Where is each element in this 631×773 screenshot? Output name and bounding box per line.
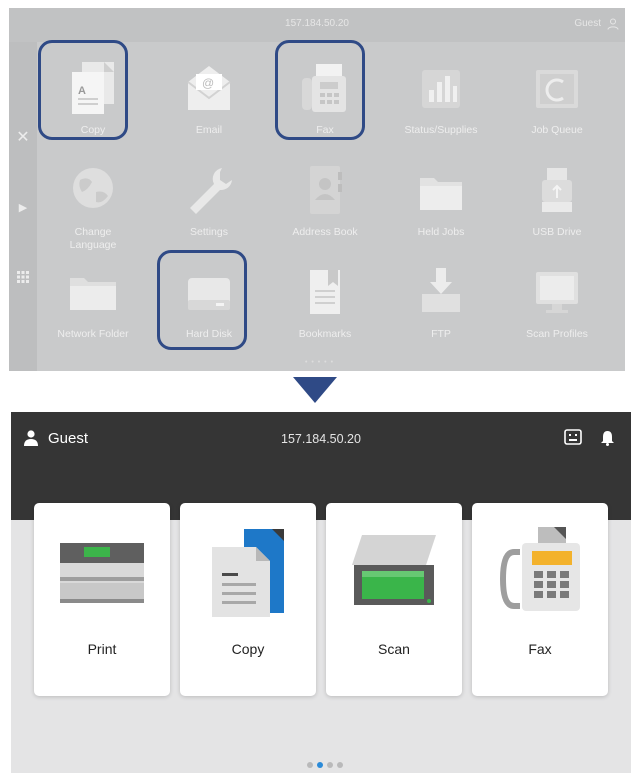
old-status-bar: 157.184.50.20 Guest xyxy=(9,8,625,42)
close-icon[interactable]: ✕ xyxy=(15,130,31,146)
bell-icon[interactable] xyxy=(600,430,615,446)
keyboard-icon[interactable] xyxy=(564,429,582,445)
card-label: Print xyxy=(87,641,117,657)
tile-settings[interactable]: Settings xyxy=(150,148,268,248)
down-arrow-icon xyxy=(293,377,337,403)
tile-label: Network Folder xyxy=(57,328,129,340)
old-user-name[interactable]: Guest xyxy=(574,18,601,29)
tile-label: USB Drive xyxy=(532,226,582,238)
highlight-fax xyxy=(275,40,365,140)
card-label: Copy xyxy=(231,641,265,657)
old-page-indicator: • • • • • xyxy=(305,359,335,366)
tile-job-queue[interactable]: Job Queue xyxy=(498,46,616,146)
tile-held-jobs[interactable]: Held Jobs xyxy=(382,148,500,248)
address-book-icon xyxy=(310,166,342,214)
page-dot-active[interactable] xyxy=(317,762,323,768)
tile-label: Status/Supplies xyxy=(404,124,478,136)
job-queue-icon xyxy=(536,70,578,108)
ip-address: 157.184.50.20 xyxy=(281,432,361,446)
tile-label: FTP xyxy=(431,328,451,340)
new-home-screen: Guest 157.184.50.20 Print Copy Scan Fax xyxy=(11,412,631,773)
wrench-icon xyxy=(190,168,232,214)
tile-label: Scan Profiles xyxy=(526,328,588,340)
tile-status-supplies[interactable]: Status/Supplies xyxy=(382,46,500,146)
tile-label: Bookmarks xyxy=(298,328,352,340)
page-dot[interactable] xyxy=(337,762,343,768)
tile-network-folder[interactable]: Network Folder xyxy=(34,250,152,350)
page-dot[interactable] xyxy=(327,762,333,768)
fax-card[interactable]: Fax xyxy=(472,503,608,696)
page-indicator xyxy=(307,755,347,773)
play-arrow-icon[interactable]: ▶ xyxy=(15,200,31,216)
folder-icon xyxy=(420,178,462,210)
old-ip-address: 157.184.50.20 xyxy=(285,18,349,29)
copy-pages-icon xyxy=(212,529,284,617)
highlight-copy xyxy=(38,40,128,140)
tile-label: Change Language xyxy=(69,226,117,251)
highlight-hard-disk xyxy=(157,250,247,350)
tile-usb-drive[interactable]: USB Drive xyxy=(498,148,616,248)
monitor-icon xyxy=(536,272,578,313)
globe-icon xyxy=(73,168,113,208)
network-folder-icon xyxy=(70,278,116,310)
tile-bookmarks[interactable]: Bookmarks xyxy=(266,250,384,350)
usb-drive-icon xyxy=(542,168,572,212)
tile-label: Held Jobs xyxy=(417,226,465,238)
tile-address-book[interactable]: Address Book xyxy=(266,148,384,248)
email-envelope-icon: @ xyxy=(187,66,231,110)
tile-label: Email xyxy=(195,124,223,136)
card-label: Scan xyxy=(378,641,410,657)
card-label: Fax xyxy=(528,641,552,657)
bookmark-icon xyxy=(310,270,340,314)
tile-change-language[interactable]: Change Language xyxy=(34,148,152,251)
scan-card[interactable]: Scan xyxy=(326,503,462,696)
tile-ftp[interactable]: FTP xyxy=(382,250,500,350)
user-icon[interactable] xyxy=(607,18,619,30)
tile-label: Job Queue xyxy=(531,124,583,136)
tile-email[interactable]: @ Email xyxy=(150,46,268,146)
ftp-tray-icon xyxy=(422,268,460,312)
tile-label: Settings xyxy=(190,226,228,238)
fax-phone-icon xyxy=(500,527,580,611)
tile-label: Address Book xyxy=(292,226,358,238)
status-bars-icon xyxy=(422,70,460,108)
page-dot[interactable] xyxy=(307,762,313,768)
scanner-icon xyxy=(352,535,436,605)
old-home-screen: 157.184.50.20 Guest ✕ ▶ A Copy @ Email F… xyxy=(9,8,625,371)
copy-card[interactable]: Copy xyxy=(180,503,316,696)
tile-scan-profiles[interactable]: Scan Profiles xyxy=(498,250,616,350)
keypad-icon[interactable] xyxy=(15,270,31,286)
svg-text:@: @ xyxy=(202,76,214,90)
printer-icon xyxy=(60,543,144,603)
old-sidebar: ✕ ▶ xyxy=(9,42,37,371)
print-card[interactable]: Print xyxy=(34,503,170,696)
